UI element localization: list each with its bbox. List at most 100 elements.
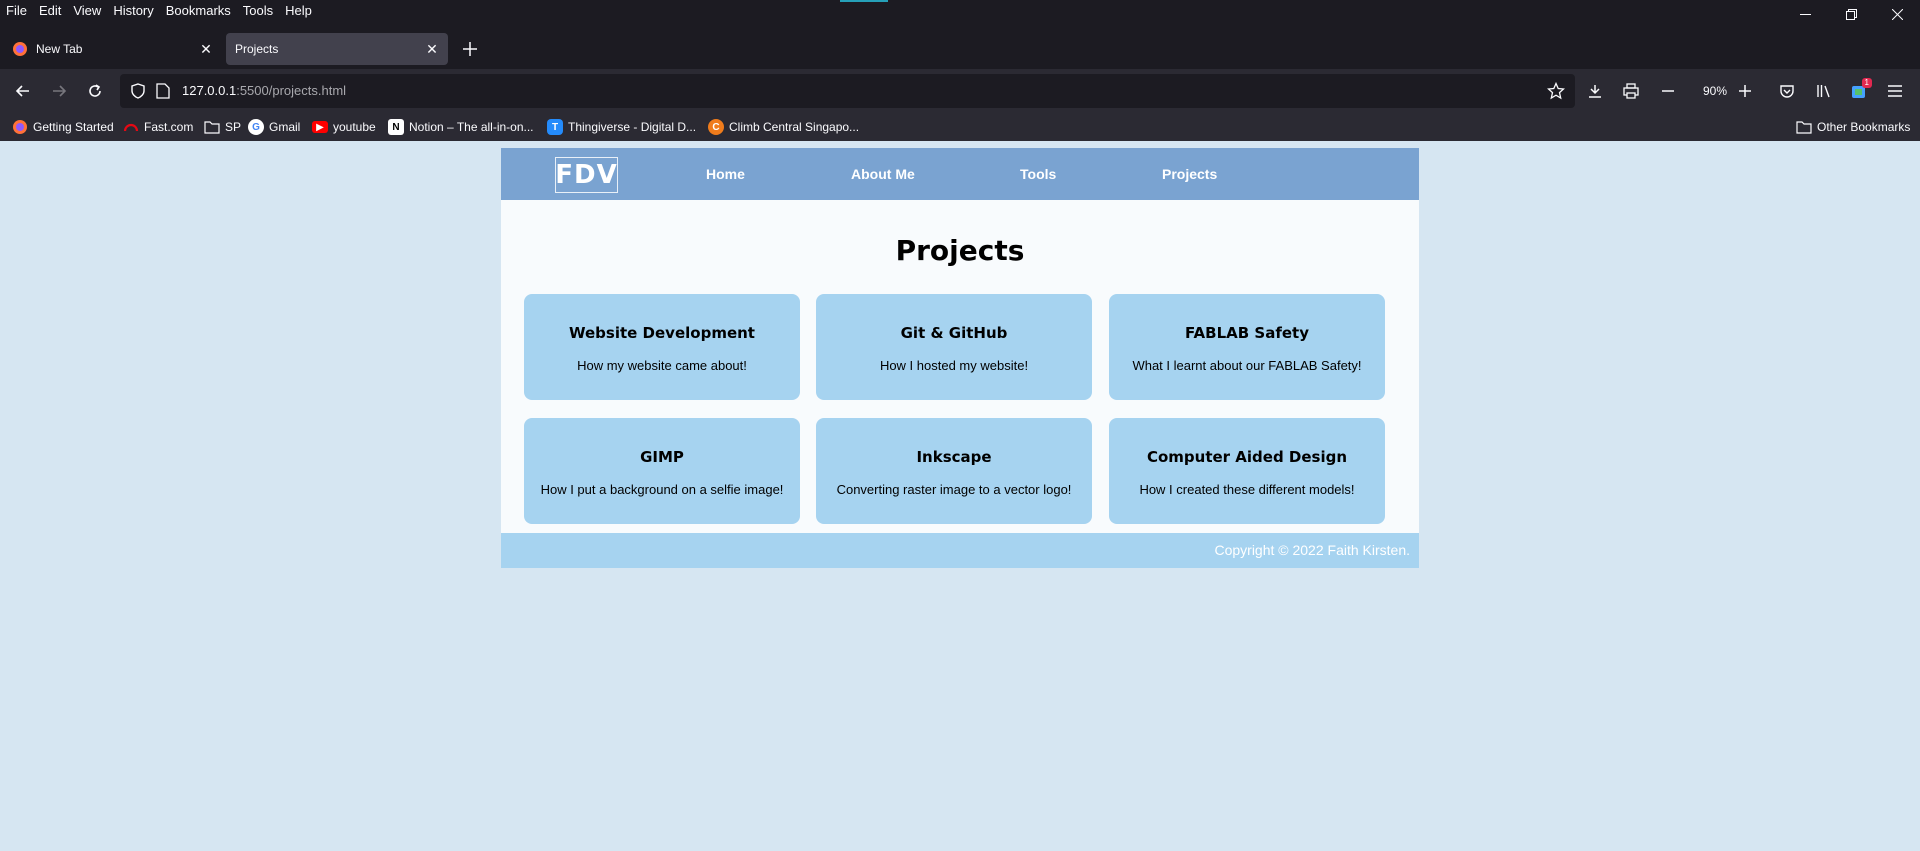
bookmark-label: Getting Started: [33, 120, 114, 134]
new-tab-button[interactable]: [456, 35, 484, 63]
close-tab-icon[interactable]: ✕: [420, 37, 444, 61]
card-title: Computer Aided Design: [1146, 448, 1348, 466]
card-desc: What I learnt about our FABLAB Safety!: [1132, 358, 1362, 373]
bookmarks-toolbar: Getting Started Fast.com SP G Gmail ▶ yo…: [0, 113, 1920, 141]
other-bookmarks-label: Other Bookmarks: [1817, 120, 1911, 134]
menu-edit[interactable]: Edit: [33, 0, 67, 21]
project-card-gimp[interactable]: GIMP How I put a background on a selfie …: [524, 418, 800, 524]
card-desc: How my website came about!: [577, 358, 747, 373]
page-icon[interactable]: [156, 83, 170, 104]
site-container: FDV Home About Me Tools Projects Project…: [501, 148, 1419, 568]
tab-strip: New Tab ✕ Projects ✕: [0, 21, 1920, 69]
bookmark-label: SP: [225, 120, 242, 134]
project-card-cad[interactable]: Computer Aided Design How I created thes…: [1109, 418, 1385, 524]
tab-projects[interactable]: Projects ✕: [226, 33, 448, 65]
tab-label: New Tab: [36, 42, 83, 56]
menu-help[interactable]: Help: [279, 0, 318, 21]
bookmark-notion[interactable]: N Notion – The all-in-on...: [388, 113, 534, 141]
printer-icon: [1623, 83, 1639, 99]
card-desc: How I created these different models!: [1139, 482, 1355, 497]
url-bar[interactable]: 127.0.0.1:5500/projects.html: [120, 74, 1575, 108]
nav-about-me[interactable]: About Me: [851, 148, 915, 200]
back-button[interactable]: [7, 75, 39, 107]
climb-icon: C: [708, 119, 724, 135]
bookmark-label: Gmail: [269, 120, 301, 134]
star-icon[interactable]: [1546, 81, 1566, 105]
card-title: Git & GitHub: [900, 324, 1008, 342]
navigation-toolbar: 127.0.0.1:5500/projects.html 90% 1: [0, 69, 1920, 113]
shield-icon[interactable]: [130, 83, 146, 104]
plus-icon: [463, 42, 477, 56]
arrow-right-icon: [53, 85, 67, 97]
menu-history[interactable]: History: [107, 0, 159, 21]
menu-view[interactable]: View: [67, 0, 107, 21]
plus-icon: [1739, 85, 1751, 97]
restore-icon: [1845, 8, 1857, 20]
minus-icon: [1662, 90, 1674, 92]
bookmark-fast-com[interactable]: Fast.com: [123, 113, 193, 141]
minimize-icon: [1799, 13, 1811, 15]
tab-new-tab[interactable]: New Tab ✕: [4, 33, 222, 65]
bookmark-gmail[interactable]: G Gmail: [248, 113, 300, 141]
extension-button[interactable]: 1: [1843, 75, 1875, 107]
project-card-git-github[interactable]: Git & GitHub How I hosted my website!: [816, 294, 1092, 400]
arrow-left-icon: [15, 85, 29, 97]
nav-home[interactable]: Home: [706, 148, 745, 200]
close-tab-icon[interactable]: ✕: [194, 37, 218, 61]
hamburger-icon: [1888, 85, 1902, 97]
print-button[interactable]: [1615, 75, 1647, 107]
bookmark-thingiverse[interactable]: T Thingiverse - Digital D...: [547, 113, 696, 141]
forward-button[interactable]: [43, 75, 75, 107]
nav-projects[interactable]: Projects: [1162, 148, 1217, 200]
card-title: Website Development: [569, 324, 755, 342]
speedometer-icon: [123, 119, 139, 135]
menu-bookmarks[interactable]: Bookmarks: [160, 0, 237, 21]
page-viewport: FDV Home About Me Tools Projects Project…: [0, 141, 1920, 851]
bookmark-folder-sp[interactable]: SP: [204, 113, 241, 141]
reload-icon: [89, 84, 101, 97]
site-logo[interactable]: FDV: [555, 157, 618, 193]
titlebar-accent: [840, 0, 888, 2]
reload-button[interactable]: [79, 75, 111, 107]
google-icon: G: [248, 119, 264, 135]
nav-tools[interactable]: Tools: [1020, 148, 1056, 200]
other-bookmarks[interactable]: Other Bookmarks: [1796, 113, 1910, 141]
pocket-button[interactable]: [1771, 75, 1803, 107]
library-button[interactable]: [1808, 75, 1840, 107]
bookmark-label: Fast.com: [144, 120, 194, 134]
folder-icon: [1796, 119, 1812, 135]
bookmark-label: Notion – The all-in-on...: [409, 120, 534, 134]
card-desc: How I put a background on a selfie image…: [540, 482, 784, 497]
copyright-text: Copyright © 2022 Faith Kirsten.: [1214, 542, 1410, 558]
url-path: :5500/projects.html: [236, 83, 347, 98]
firefox-icon: [12, 119, 28, 135]
menu-file[interactable]: File: [0, 0, 33, 21]
notion-icon: N: [388, 119, 404, 135]
project-card-inkscape[interactable]: Inkscape Converting raster image to a ve…: [816, 418, 1092, 524]
site-header: FDV Home About Me Tools Projects: [501, 148, 1419, 200]
save-to-pocket-button[interactable]: [1579, 75, 1611, 107]
card-desc: How I hosted my website!: [879, 358, 1029, 373]
card-desc: Converting raster image to a vector logo…: [836, 482, 1072, 497]
bookmark-label: Thingiverse - Digital D...: [568, 120, 697, 134]
app-menu-button[interactable]: [1879, 75, 1911, 107]
bookmark-youtube[interactable]: ▶ youtube: [312, 113, 376, 141]
site-main: Projects Website Development How my webs…: [501, 200, 1419, 533]
close-icon: [1891, 8, 1903, 20]
tab-label: Projects: [235, 42, 279, 56]
bookmark-climb-central[interactable]: C Climb Central Singapo...: [708, 113, 859, 141]
bookmark-getting-started[interactable]: Getting Started: [12, 113, 114, 141]
url-text[interactable]: 127.0.0.1:5500/projects.html: [182, 74, 346, 108]
page-title: Projects: [895, 234, 1025, 267]
menu-tools[interactable]: Tools: [237, 0, 279, 21]
youtube-icon: ▶: [312, 121, 328, 133]
card-title: Inkscape: [916, 448, 992, 466]
zoom-out-button[interactable]: [1652, 75, 1684, 107]
bookmark-label: Climb Central Singapo...: [729, 120, 860, 134]
thingiverse-icon: T: [547, 119, 563, 135]
bookmark-label: youtube: [333, 120, 376, 134]
project-card-website-development[interactable]: Website Development How my website came …: [524, 294, 800, 400]
zoom-in-button[interactable]: [1729, 75, 1761, 107]
project-card-fablab-safety[interactable]: FABLAB Safety What I learnt about our FA…: [1109, 294, 1385, 400]
menu-bar: File Edit View History Bookmarks Tools H…: [0, 0, 1920, 21]
